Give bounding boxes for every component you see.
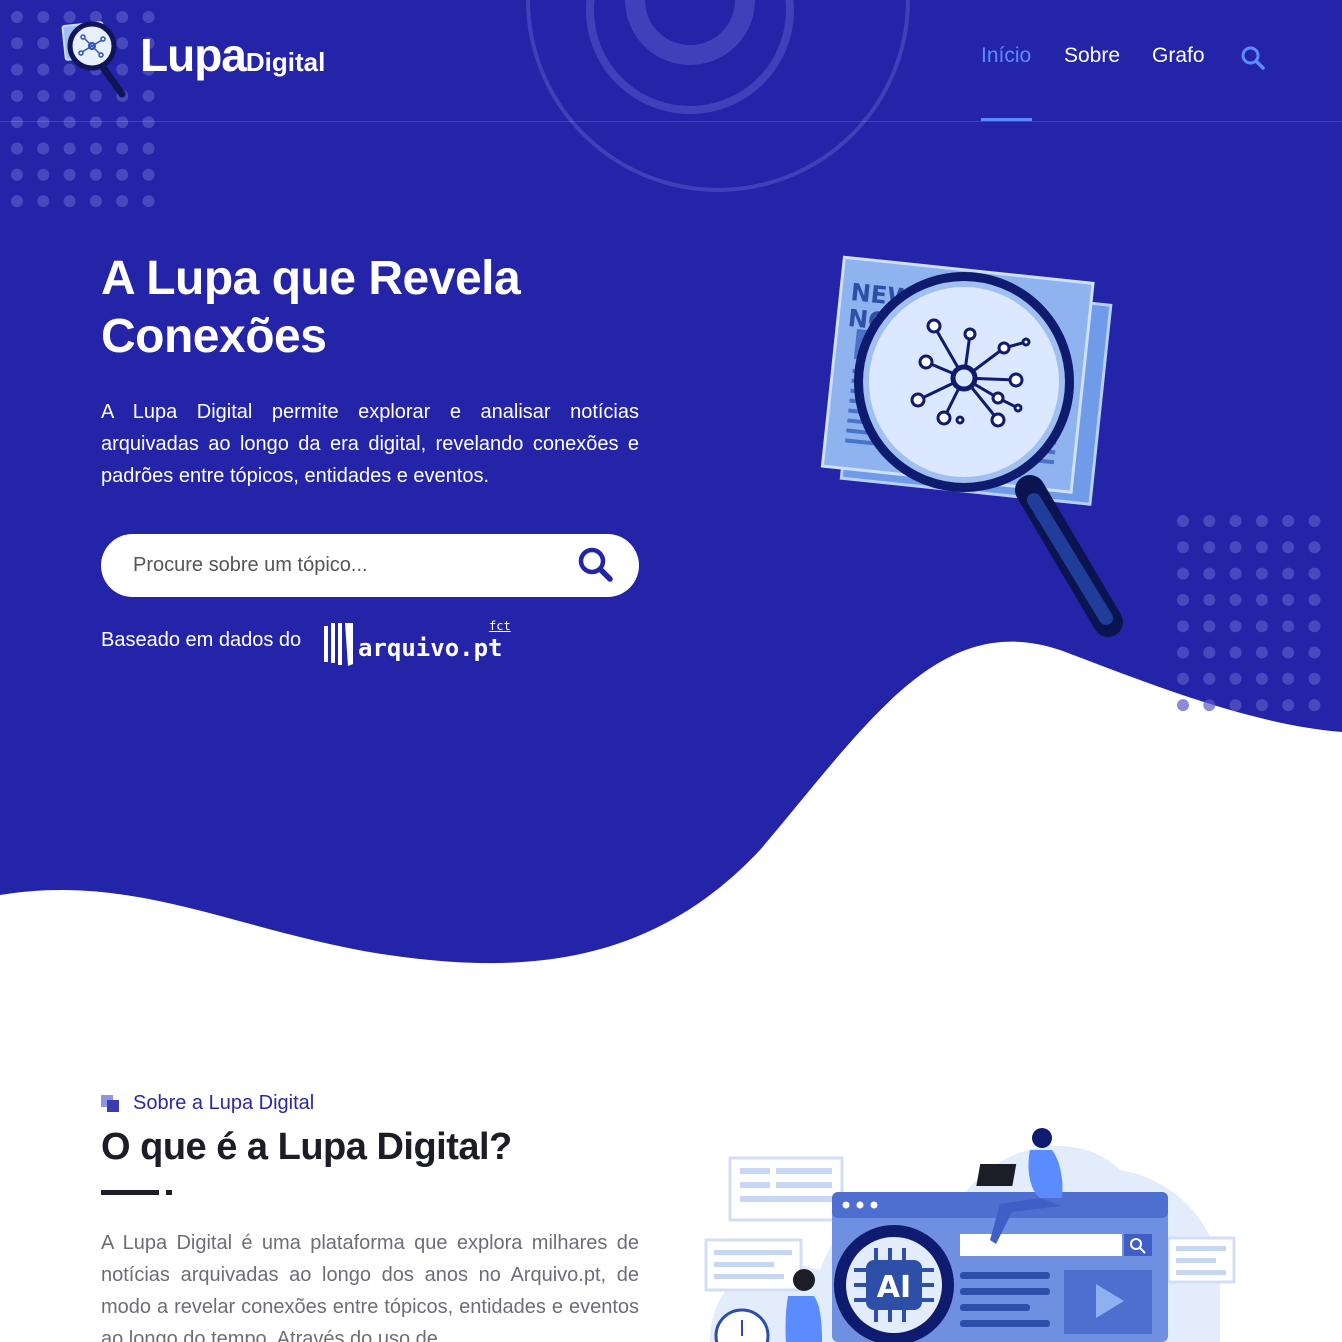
magnifier-logo-icon	[61, 21, 126, 98]
about-section-title: O que é a Lupa Digital?	[101, 1126, 512, 1168]
decorative-dot	[1255, 620, 1268, 633]
decorative-dot	[1177, 620, 1189, 633]
hero-description: A Lupa Digital permite explorar e analis…	[101, 401, 639, 487]
decorative-dot	[1229, 646, 1242, 659]
decorative-dots	[1177, 515, 1321, 712]
decorative-dot	[11, 168, 23, 181]
newspaper-magnifier-illustration: NEW NO	[820, 255, 1123, 637]
decorative-dot	[1308, 699, 1321, 712]
decorative-dot	[1255, 646, 1268, 659]
title-underline-dot	[166, 1190, 172, 1195]
decorative-dot	[89, 168, 102, 181]
decorative-dot	[1308, 515, 1321, 527]
ai-search-illustration: AI	[704, 1128, 1236, 1342]
title-underline	[101, 1190, 159, 1195]
topic-search-input[interactable]	[133, 534, 553, 597]
decorative-dot	[63, 142, 76, 155]
topic-search-bar	[101, 534, 639, 597]
decorative-dot	[1203, 620, 1216, 633]
decorative-dot	[1177, 646, 1189, 659]
decorative-dot	[1203, 672, 1216, 685]
about-section-tag: Sobre a Lupa Digital	[133, 1092, 315, 1114]
hero-title-line-2: Conexões	[101, 310, 327, 363]
decorative-dot	[1177, 672, 1189, 685]
decorative-dot	[1308, 672, 1321, 685]
decorative-dot	[1282, 699, 1295, 712]
decorative-dot	[1229, 672, 1242, 685]
search-submit-icon[interactable]	[576, 545, 616, 585]
ai-chip-label: AI	[877, 1270, 911, 1305]
decorative-dot	[1282, 515, 1295, 527]
decorative-dot	[11, 142, 23, 155]
decorative-dot	[1282, 567, 1295, 580]
decorative-dot	[1255, 515, 1268, 527]
decorative-dot	[63, 195, 76, 208]
decorative-dot	[1177, 699, 1189, 712]
decorative-dot	[1282, 646, 1295, 659]
decorative-dot	[1203, 593, 1216, 606]
decorative-dot	[89, 195, 102, 208]
decorative-dot	[1255, 541, 1268, 554]
decorative-dot	[1229, 699, 1242, 712]
decorative-dot	[1308, 567, 1321, 580]
decorative-dot	[1177, 567, 1189, 580]
decorative-dot	[142, 168, 155, 181]
decorative-dot	[1229, 620, 1242, 633]
decorative-dot	[1229, 515, 1242, 527]
hero-background	[0, 0, 1342, 964]
section-tag-icon	[101, 1095, 119, 1112]
nav-item-grafo[interactable]: Grafo	[1152, 44, 1205, 68]
fct-badge: fct	[489, 619, 511, 633]
decorative-dot	[1177, 515, 1189, 527]
decorative-dot	[1203, 515, 1216, 527]
decorative-dot	[1203, 567, 1216, 580]
decorative-dot	[1255, 593, 1268, 606]
decorative-dot	[116, 195, 129, 208]
decorative-dot	[1255, 672, 1268, 685]
active-nav-indicator	[981, 118, 1032, 121]
decorative-dot	[1177, 541, 1189, 554]
decorative-dot	[1282, 672, 1295, 685]
decorative-dot	[1255, 699, 1268, 712]
about-description: A Lupa Digital é uma plataforma que expl…	[101, 1232, 639, 1342]
decorative-dot	[11, 195, 23, 208]
decorative-dot	[89, 142, 102, 155]
decorative-dot	[1282, 620, 1295, 633]
brand-name: LupaDigital	[140, 29, 326, 81]
decorative-dot	[1308, 646, 1321, 659]
brand-subtitle: Digital	[245, 47, 326, 77]
decorative-dot	[1203, 541, 1216, 554]
decorative-dot	[1282, 541, 1295, 554]
decorative-dot	[37, 142, 50, 155]
decorative-dot	[116, 142, 129, 155]
brand-logo[interactable]: LupaDigital	[60, 18, 325, 102]
decorative-dot	[1308, 541, 1321, 554]
decorative-dot	[1308, 620, 1321, 633]
decorative-dot	[142, 142, 155, 155]
decorative-dot	[37, 195, 50, 208]
decorative-dot	[1229, 567, 1242, 580]
decorative-dot	[1177, 593, 1189, 606]
decorative-dot	[1308, 593, 1321, 606]
nav-item-sobre[interactable]: Sobre	[1064, 44, 1120, 68]
search-icon[interactable]	[1240, 45, 1266, 71]
decorative-dot	[63, 168, 76, 181]
decorative-dot	[1255, 567, 1268, 580]
decorative-dot	[142, 195, 155, 208]
nav-item-inicio[interactable]: Início	[981, 44, 1031, 68]
decorative-dot	[1229, 593, 1242, 606]
decorative-dot	[37, 168, 50, 181]
arquivo-pt-logo-text: arquivo.pt	[358, 634, 503, 662]
decorative-dot	[1203, 699, 1216, 712]
decorative-dot	[116, 168, 129, 181]
decorative-dot	[1282, 593, 1295, 606]
hero-title: A Lupa que Revela Conexões	[101, 250, 661, 366]
hero-title-line-1: A Lupa que Revela	[101, 252, 521, 305]
data-source-caption: Baseado em dados do	[101, 629, 302, 651]
decorative-dot	[1203, 646, 1216, 659]
navbar: LupaDigital Início Sobre Grafo	[0, 0, 1342, 122]
decorative-dot	[1229, 541, 1242, 554]
